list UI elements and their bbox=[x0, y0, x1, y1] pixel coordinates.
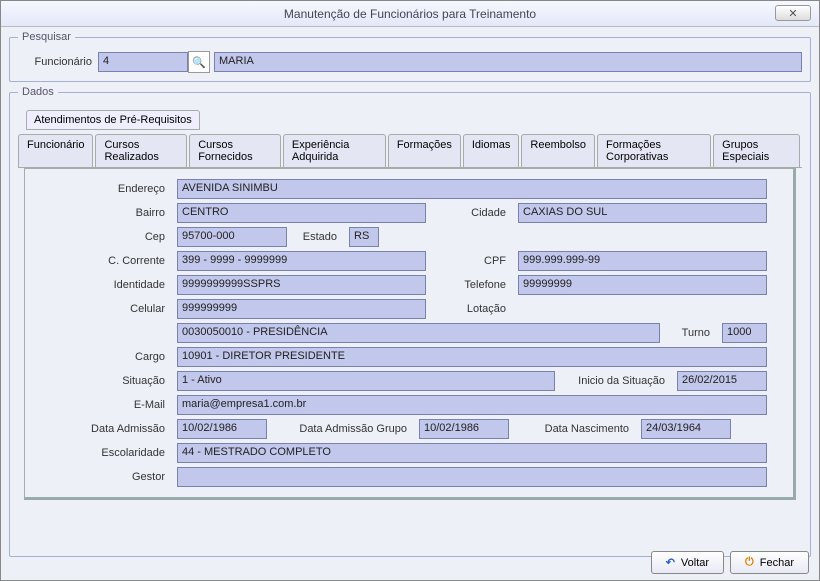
close-icon: ✕ bbox=[788, 7, 797, 20]
lotacao-input[interactable]: 0030050010 - PRESIDÊNCIA bbox=[177, 323, 660, 343]
email-input[interactable]: maria@empresa1.com.br bbox=[177, 395, 767, 415]
tab-experiencia[interactable]: Experiência Adquirida bbox=[283, 134, 386, 167]
footer-buttons: ↶ Voltar ⏻ Fechar bbox=[651, 551, 809, 574]
inicio-input[interactable]: 26/02/2015 bbox=[677, 371, 767, 391]
dados-fieldset: Dados Atendimentos de Pré-Requisitos Fun… bbox=[9, 86, 811, 557]
voltar-label: Voltar bbox=[681, 557, 709, 569]
tab-reembolso[interactable]: Reembolso bbox=[521, 134, 595, 167]
nascimento-label: Data Nascimento bbox=[515, 423, 635, 435]
window-title: Manutenção de Funcionários para Treiname… bbox=[284, 7, 536, 21]
nascimento-input[interactable]: 24/03/1964 bbox=[641, 419, 731, 439]
estado-input[interactable]: RS bbox=[349, 227, 379, 247]
ccorrente-input[interactable]: 399 - 9999 - 9999999 bbox=[177, 251, 426, 271]
inicio-label: Inicio da Situação bbox=[561, 375, 671, 387]
voltar-button[interactable]: ↶ Voltar bbox=[651, 551, 724, 574]
form-area: Endereço AVENIDA SINIMBU Bairro CENTRO C… bbox=[24, 168, 796, 500]
window-close-button[interactable]: ✕ bbox=[775, 5, 811, 21]
escolaridade-input[interactable]: 44 - MESTRADO COMPLETO bbox=[177, 443, 767, 463]
funcionario-id-input[interactable]: 4 bbox=[98, 52, 188, 72]
gestor-label: Gestor bbox=[132, 471, 171, 483]
title-bar: Manutenção de Funcionários para Treiname… bbox=[1, 1, 819, 27]
search-legend: Pesquisar bbox=[18, 31, 75, 43]
search-fieldset: Pesquisar Funcionário 4 🔍 MARIA bbox=[9, 31, 811, 82]
tab-funcionario[interactable]: Funcionário bbox=[18, 134, 93, 167]
tab-formacoes-corp[interactable]: Formações Corporativas bbox=[597, 134, 711, 167]
gestor-input[interactable] bbox=[177, 467, 767, 487]
funcionario-label: Funcionário bbox=[18, 56, 98, 68]
dados-legend: Dados bbox=[18, 86, 58, 98]
funcionario-name-input[interactable]: MARIA bbox=[214, 52, 802, 72]
ccorrente-label: C. Corrente bbox=[108, 255, 171, 267]
celular-input[interactable]: 999999999 bbox=[177, 299, 426, 319]
fechar-label: Fechar bbox=[760, 557, 794, 569]
cargo-input[interactable]: 10901 - DIRETOR PRESIDENTE bbox=[177, 347, 767, 367]
celular-label: Celular bbox=[130, 303, 171, 315]
telefone-label: Telefone bbox=[464, 279, 512, 291]
lotacao-label: Lotação bbox=[467, 303, 512, 315]
back-icon: ↶ bbox=[666, 556, 675, 569]
turno-input[interactable]: 1000 bbox=[722, 323, 767, 343]
tab-cursos-realizados[interactable]: Cursos Realizados bbox=[95, 134, 187, 167]
tab-cursos-fornecidos[interactable]: Cursos Fornecidos bbox=[189, 134, 281, 167]
admgrupo-input[interactable]: 10/02/1986 bbox=[419, 419, 509, 439]
bairro-label: Bairro bbox=[136, 207, 171, 219]
search-icon: 🔍 bbox=[192, 56, 206, 69]
app-window: Manutenção de Funcionários para Treiname… bbox=[0, 0, 820, 581]
admgrupo-label: Data Admissão Grupo bbox=[273, 423, 413, 435]
email-label: E-Mail bbox=[134, 399, 171, 411]
cpf-input[interactable]: 999.999.999-99 bbox=[518, 251, 767, 271]
tab-idiomas[interactable]: Idiomas bbox=[463, 134, 520, 167]
tab-formacoes[interactable]: Formações bbox=[388, 134, 461, 167]
situacao-label: Situação bbox=[122, 375, 171, 387]
cargo-label: Cargo bbox=[135, 351, 171, 363]
endereco-input[interactable]: AVENIDA SINIMBU bbox=[177, 179, 767, 199]
estado-label: Estado bbox=[293, 231, 343, 243]
fechar-button[interactable]: ⏻ Fechar bbox=[730, 551, 809, 574]
bairro-input[interactable]: CENTRO bbox=[177, 203, 426, 223]
cpf-label: CPF bbox=[484, 255, 512, 267]
tab-grupos-especiais[interactable]: Grupos Especiais bbox=[713, 134, 800, 167]
identidade-label: Identidade bbox=[114, 279, 171, 291]
admissao-input[interactable]: 10/02/1986 bbox=[177, 419, 267, 439]
turno-label: Turno bbox=[666, 327, 716, 339]
escolaridade-label: Escolaridade bbox=[101, 447, 171, 459]
tabs-bar: Funcionário Cursos Realizados Cursos For… bbox=[18, 134, 802, 168]
cep-label: Cep bbox=[145, 231, 171, 243]
funcionario-lookup-button[interactable]: 🔍 bbox=[188, 51, 210, 73]
identidade-input[interactable]: 9999999999SSPRS bbox=[177, 275, 426, 295]
cidade-label: Cidade bbox=[471, 207, 512, 219]
admissao-label: Data Admissão bbox=[91, 423, 171, 435]
power-icon: ⏻ bbox=[745, 556, 754, 569]
cep-input[interactable]: 95700-000 bbox=[177, 227, 287, 247]
endereco-label: Endereço bbox=[118, 183, 171, 195]
telefone-input[interactable]: 99999999 bbox=[518, 275, 767, 295]
subtab-prerequisitos[interactable]: Atendimentos de Pré-Requisitos bbox=[26, 110, 200, 130]
cidade-input[interactable]: CAXIAS DO SUL bbox=[518, 203, 767, 223]
situacao-input[interactable]: 1 - Ativo bbox=[177, 371, 555, 391]
